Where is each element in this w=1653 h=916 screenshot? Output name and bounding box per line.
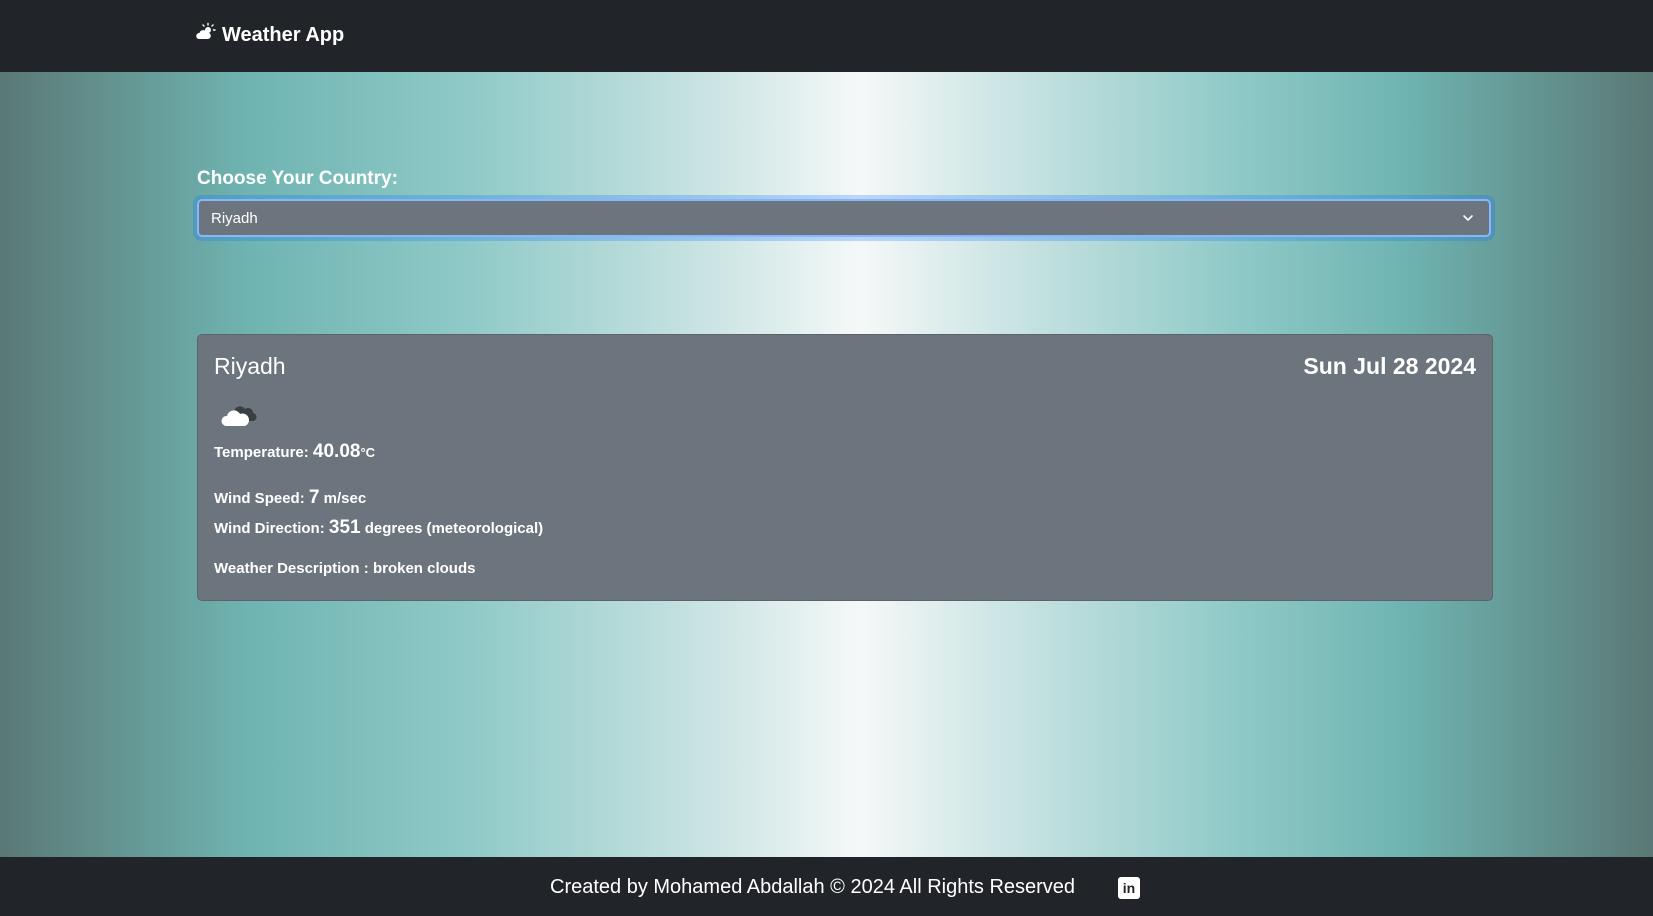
weather-description-label: Weather Description : bbox=[214, 560, 369, 577]
country-select-label: Choose Your Country: bbox=[197, 168, 398, 189]
wind-direction-value: 351 bbox=[328, 517, 361, 538]
brand-link[interactable]: Weather App bbox=[196, 22, 344, 48]
wind-direction-label: Wind Direction: bbox=[214, 520, 325, 537]
current-date: Sun Jul 28 2024 bbox=[1303, 353, 1476, 379]
footer: Created by Mohamed Abdallah © 2024 All R… bbox=[0, 857, 1653, 916]
brand-text: Weather App bbox=[222, 23, 345, 46]
wind-direction-unit: degrees (meteorological) bbox=[364, 520, 544, 537]
weather-description-value: broken clouds bbox=[372, 560, 476, 577]
temperature-row: Temperature: 40.08°C bbox=[214, 441, 375, 463]
wind-speed-row: Wind Speed: 7 m/sec bbox=[214, 487, 366, 509]
country-select[interactable]: Riyadh bbox=[197, 199, 1491, 237]
country-select-value: Riyadh bbox=[211, 209, 258, 227]
temperature-label: Temperature: bbox=[214, 444, 309, 461]
wind-speed-value: 7 bbox=[308, 487, 320, 508]
navbar: Weather App bbox=[0, 0, 1653, 72]
broken-clouds-icon bbox=[221, 406, 257, 426]
chevron-down-icon bbox=[1463, 215, 1473, 221]
linkedin-glyph: in bbox=[1122, 880, 1136, 896]
weather-card: Riyadh Sun Jul 28 2024 Temperature: 40.0… bbox=[197, 334, 1493, 601]
sun-cloud-icon bbox=[196, 22, 216, 48]
wind-direction-row: Wind Direction: 351 degrees (meteorologi… bbox=[214, 517, 543, 539]
linkedin-icon[interactable]: in bbox=[1118, 877, 1140, 899]
city-name: Riyadh bbox=[214, 353, 286, 379]
footer-copyright: Created by Mohamed Abdallah © 2024 All R… bbox=[550, 876, 1076, 898]
weather-description-row: Weather Description : broken clouds bbox=[214, 560, 475, 577]
temperature-unit: °C bbox=[360, 445, 376, 460]
wind-speed-unit: m/sec bbox=[323, 490, 367, 507]
temperature-value: 40.08 bbox=[312, 441, 361, 462]
wind-speed-label: Wind Speed: bbox=[214, 490, 305, 507]
